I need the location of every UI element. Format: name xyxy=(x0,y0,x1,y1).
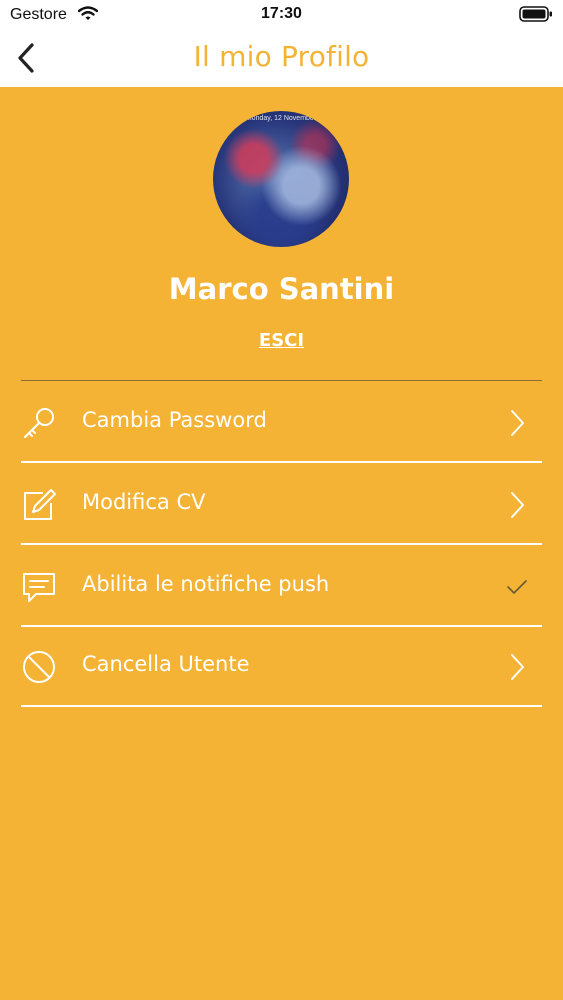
row-divider xyxy=(21,705,542,707)
status-bar: Gestore 17:30 xyxy=(0,0,563,30)
key-icon xyxy=(24,408,54,438)
navigation-bar: Il mio Profilo xyxy=(0,30,563,87)
block-icon xyxy=(23,651,55,683)
chevron-right-icon xyxy=(511,410,524,436)
battery-icon xyxy=(519,6,552,22)
menu-item-label: Modifica CV xyxy=(82,490,206,514)
menu-item-edit-cv[interactable]: Modifica CV xyxy=(21,465,542,545)
checkmark-icon[interactable] xyxy=(506,573,528,601)
chevron-right-icon xyxy=(511,654,524,680)
divider xyxy=(21,380,542,381)
logout-container: ESCI xyxy=(0,330,563,351)
user-name: Marco Santini xyxy=(168,272,395,306)
avatar[interactable]: Monday, 12 November xyxy=(213,111,349,247)
page-title: Il mio Profilo xyxy=(193,40,370,73)
avatar-caption: Monday, 12 November xyxy=(245,115,317,122)
logout-link[interactable]: ESCI xyxy=(259,330,304,351)
menu-item-push-notifications[interactable]: Abilita le notifiche push xyxy=(21,547,542,627)
menu-item-label: Cambia Password xyxy=(82,408,267,432)
menu-item-change-password[interactable]: Cambia Password xyxy=(21,383,542,463)
message-icon xyxy=(23,573,55,602)
menu-item-label: Cancella Utente xyxy=(82,652,250,676)
edit-icon xyxy=(24,489,56,520)
menu-item-delete-user[interactable]: Cancella Utente xyxy=(21,627,542,707)
menu-item-label: Abilita le notifiche push xyxy=(82,572,330,596)
row-divider xyxy=(21,543,542,545)
clock: 17:30 xyxy=(261,5,302,22)
chevron-right-icon xyxy=(511,492,524,518)
row-divider xyxy=(21,461,542,463)
